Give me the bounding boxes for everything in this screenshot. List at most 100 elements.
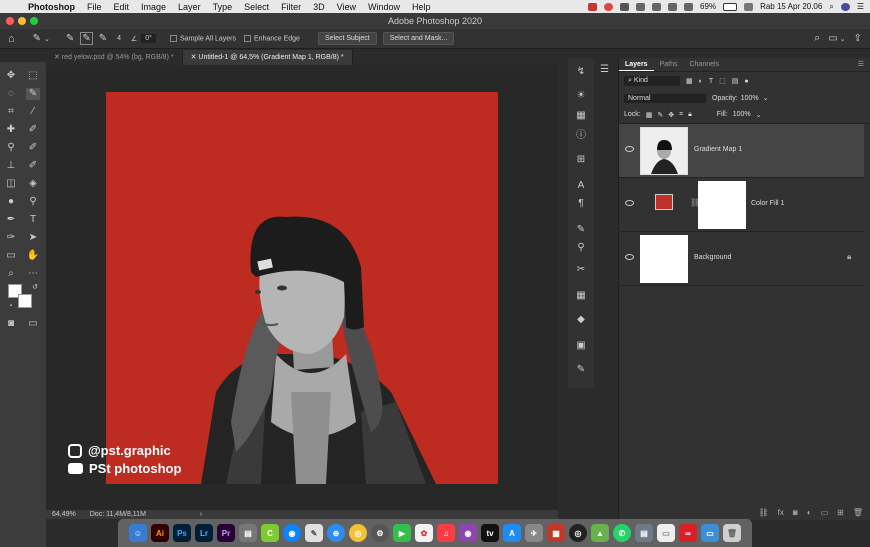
status-menu-arrow[interactable]: › <box>200 511 202 518</box>
stamp-tool-icon[interactable]: ⊥ <box>4 160 18 172</box>
display-icon[interactable] <box>620 2 630 11</box>
tab-untitled-1[interactable]: ✕ Untitled-1 @ 64,5% (Gradient Map 1, RG… <box>182 50 353 65</box>
fill-value[interactable]: 100% <box>733 111 751 118</box>
search-icon[interactable]: ⌕ <box>829 2 833 12</box>
more-tools-icon[interactable]: ⋯ <box>26 268 40 280</box>
art-history-brush-icon[interactable]: ✐ <box>26 160 40 172</box>
move-tool-icon[interactable]: ✥ <box>4 70 18 82</box>
clone-stamp-tool-icon[interactable]: ⚲ <box>4 142 18 154</box>
menu-edit[interactable]: Edit <box>108 2 136 12</box>
fill-chevron-icon[interactable]: ⌄ <box>756 111 762 119</box>
tab-close-icon[interactable]: ✕ <box>54 54 62 61</box>
photo-booth-icon[interactable]: ▦ <box>547 524 565 542</box>
battery-icon[interactable] <box>723 2 738 11</box>
hand-tool-icon[interactable]: ✋ <box>26 250 40 262</box>
safari-icon[interactable]: ⊕ <box>327 524 345 542</box>
creative-cloud-dock-icon[interactable]: ∞ <box>679 524 697 542</box>
zoom-tool-icon[interactable]: ⌕ <box>4 268 18 280</box>
layer-row-background[interactable]: Background 🔒︎ <box>619 232 864 286</box>
illustrator-icon[interactable]: Ai <box>151 524 169 542</box>
apple-tv-icon[interactable]: tv <box>481 524 499 542</box>
app-store-icon[interactable]: A <box>503 524 521 542</box>
premiere-icon[interactable]: Pr <box>217 524 235 542</box>
workspace-icon[interactable]: ▭ <box>828 33 837 44</box>
lock-image-icon[interactable]: ✎ <box>657 111 663 119</box>
filter-type-icon[interactable]: T <box>709 78 713 85</box>
menu-3d[interactable]: 3D <box>307 2 331 12</box>
new-layer-icon[interactable]: ⊞ <box>837 508 844 517</box>
properties-panel-icon[interactable]: ✎ <box>574 364 588 376</box>
textedit-icon[interactable]: ▭ <box>657 524 675 542</box>
lock-icon[interactable]: 🔒︎ <box>847 252 851 262</box>
swap-colors-icon[interactable]: ↺ <box>28 282 42 294</box>
direct-selection-tool-icon[interactable]: ➤ <box>26 232 40 244</box>
tab-paths[interactable]: Paths <box>654 58 684 71</box>
marquee-tool-icon[interactable]: ⬚ <box>26 70 40 82</box>
path-selection-tool-icon[interactable]: ✑ <box>4 232 18 244</box>
finder-icon[interactable]: ☺ <box>129 524 147 542</box>
lock-all-icon[interactable]: 🔒︎ <box>688 111 692 119</box>
menu-view[interactable]: View <box>331 2 362 12</box>
volume-icon[interactable] <box>668 2 678 11</box>
swatches-panel-icon[interactable]: ▦ <box>574 290 588 302</box>
blend-mode-select[interactable]: Normal <box>624 93 706 103</box>
quick-selection-tool-icon[interactable]: ✎ <box>26 88 40 100</box>
control-center-icon[interactable]: ☰ <box>857 2 864 11</box>
layer-name[interactable]: Background <box>694 254 731 261</box>
brushes-panel-icon[interactable]: ✎ <box>574 224 588 236</box>
fx-icon[interactable]: fx <box>778 508 784 517</box>
opacity-chevron-icon[interactable]: ⌄ <box>763 94 769 102</box>
new-group-icon[interactable]: ▭ <box>821 508 829 517</box>
menu-filter[interactable]: Filter <box>275 2 307 12</box>
lightroom-icon[interactable]: Lr <box>195 524 213 542</box>
close-button[interactable] <box>6 17 14 25</box>
libraries-panel-icon[interactable]: ▦ <box>574 110 588 122</box>
filter-adjustment-icon[interactable]: ◐ <box>699 78 703 85</box>
system-preferences-icon[interactable]: ▤ <box>239 524 257 542</box>
filter-shape-icon[interactable]: ⬚ <box>719 77 726 85</box>
dodge-tool-icon[interactable]: ⚲ <box>26 196 40 208</box>
new-selection-icon[interactable]: ✎ <box>66 33 74 44</box>
menu-help[interactable]: Help <box>406 2 437 12</box>
filter-pixel-icon[interactable]: ▦ <box>686 77 693 85</box>
facetime-icon[interactable]: ▶ <box>393 524 411 542</box>
character-panel-icon[interactable]: A <box>574 180 588 192</box>
minimize-button[interactable] <box>18 17 26 25</box>
layer-comps-icon[interactable]: ⊞ <box>574 154 588 166</box>
adjustments-panel-icon[interactable]: ☀ <box>574 90 588 102</box>
layer-row-color-fill[interactable]: ⛓ Color Fill 1 <box>619 178 864 232</box>
paint-bucket-tool-icon[interactable]: ◈ <box>26 178 40 190</box>
android-icon[interactable]: ▲ <box>591 524 609 542</box>
crop-tool-icon[interactable]: ⌗ <box>4 106 18 118</box>
settings-icon[interactable]: ⚙ <box>371 524 389 542</box>
tab-layers[interactable]: Layers <box>619 58 654 71</box>
time-machine-icon[interactable] <box>652 2 662 11</box>
menu-window[interactable]: Window <box>362 2 406 12</box>
visibility-eye-icon[interactable] <box>625 254 634 260</box>
quick-selection-icon[interactable]: ✎ <box>33 33 41 44</box>
music-icon[interactable]: ♫ <box>437 524 455 542</box>
add-to-selection-icon[interactable]: ✎ <box>80 32 93 45</box>
status-app-icon[interactable] <box>588 2 598 11</box>
eyedropper-tool-icon[interactable]: ⁄ <box>26 106 40 118</box>
pen-tool-icon[interactable]: ✒ <box>4 214 18 226</box>
color-fill-swatch[interactable] <box>655 194 673 210</box>
opacity-value[interactable]: 100% <box>741 95 759 102</box>
angle-field[interactable]: 0° <box>141 34 156 43</box>
tab-red-yelow[interactable]: ✕ red yelow.psd @ 54% (bg, RGB/8) * <box>46 50 183 65</box>
user-icon[interactable] <box>840 2 850 11</box>
delete-layer-icon[interactable]: 🗑︎ <box>853 508 863 517</box>
clock[interactable]: Rab 15 Apr 20.06 <box>760 2 822 11</box>
paragraph-panel-icon[interactable]: ¶ <box>574 198 588 210</box>
flag-icon[interactable] <box>744 2 754 11</box>
photoshop-icon[interactable]: Ps <box>173 524 191 542</box>
menu-select[interactable]: Select <box>238 2 275 12</box>
default-colors-icon[interactable]: ▪ <box>4 300 18 312</box>
rectangle-tool-icon[interactable]: ▭ <box>4 250 18 262</box>
sample-all-layers-checkbox[interactable]: Sample All Layers <box>169 34 236 42</box>
info-panel-icon[interactable]: ⓘ <box>574 130 588 142</box>
tool-presets-icon[interactable]: ✂ <box>574 264 588 276</box>
document-canvas[interactable] <box>106 92 498 484</box>
whatsapp-icon[interactable]: ✆ <box>613 524 631 542</box>
panel-menu-icon[interactable]: ☰ <box>858 58 870 71</box>
